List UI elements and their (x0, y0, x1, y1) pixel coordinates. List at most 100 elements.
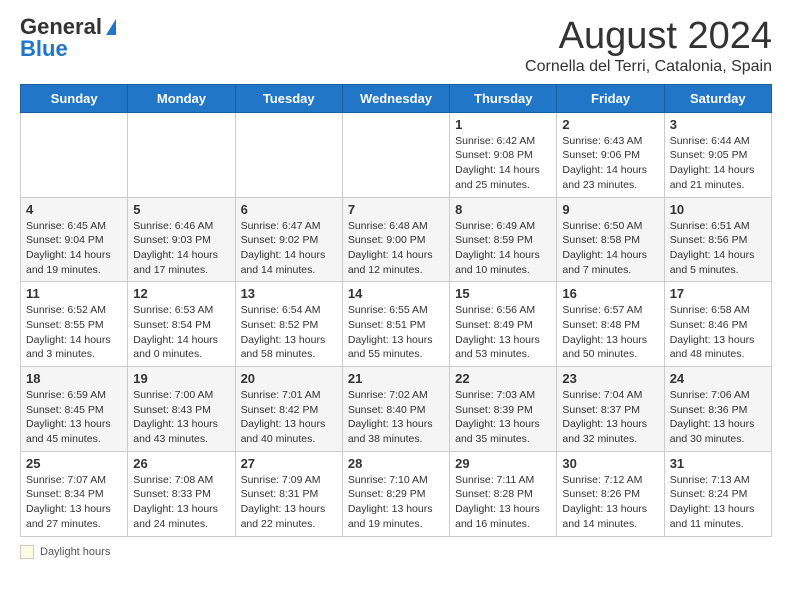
day-content: Sunrise: 6:46 AM Sunset: 9:03 PM Dayligh… (133, 219, 229, 278)
day-number: 3 (670, 117, 766, 132)
day-content: Sunrise: 6:50 AM Sunset: 8:58 PM Dayligh… (562, 219, 658, 278)
day-content: Sunrise: 7:11 AM Sunset: 8:28 PM Dayligh… (455, 473, 551, 532)
logo-triangle-icon (106, 19, 116, 35)
day-number: 23 (562, 371, 658, 386)
day-number: 31 (670, 456, 766, 471)
day-content: Sunrise: 7:09 AM Sunset: 8:31 PM Dayligh… (241, 473, 337, 532)
calendar-cell: 5Sunrise: 6:46 AM Sunset: 9:03 PM Daylig… (128, 197, 235, 282)
day-number: 29 (455, 456, 551, 471)
calendar-body: 1Sunrise: 6:42 AM Sunset: 9:08 PM Daylig… (21, 112, 772, 536)
calendar-cell: 30Sunrise: 7:12 AM Sunset: 8:26 PM Dayli… (557, 451, 664, 536)
day-content: Sunrise: 6:43 AM Sunset: 9:06 PM Dayligh… (562, 134, 658, 193)
calendar-cell: 22Sunrise: 7:03 AM Sunset: 8:39 PM Dayli… (450, 367, 557, 452)
calendar-cell: 8 Sunrise: 6:49 AM Sunset: 8:59 PM Daylig… (450, 197, 557, 282)
calendar-cell: 3 Sunrise: 6:44 AM Sunset: 9:05 PM Daylig… (664, 112, 771, 197)
calendar-cell: 12 Sunrise: 6:53 AM Sunset: 8:54 PM Dayli… (128, 282, 235, 367)
day-number: 2 (562, 117, 658, 132)
day-number: 18 (26, 371, 122, 386)
weekday-header-sunday: Sunday (21, 84, 128, 112)
day-content: Sunrise: 7:08 AM Sunset: 8:33 PM Dayligh… (133, 473, 229, 532)
day-number: 17 (670, 286, 766, 301)
day-content: Sunrise: 6:51 AM Sunset: 8:56 PM Dayligh… (670, 219, 766, 278)
daylight-box-icon (20, 545, 34, 559)
calendar-header: SundayMondayTuesdayWednesdayThursdayFrid… (21, 84, 772, 112)
day-content: Sunrise: 6:53 AM Sunset: 8:54 PM Dayligh… (133, 303, 229, 362)
calendar-cell: 27Sunrise: 7:09 AM Sunset: 8:31 PM Dayli… (235, 451, 342, 536)
day-number: 25 (26, 456, 122, 471)
calendar-cell: 6 Sunrise: 6:47 AM Sunset: 9:02 PM Daylig… (235, 197, 342, 282)
day-content: Sunrise: 6:49 AM Sunset: 8:59 PM Dayligh… (455, 219, 551, 278)
day-content: Sunrise: 6:57 AM Sunset: 8:48 PM Dayligh… (562, 303, 658, 362)
title-block: August 2024 Cornella del Terri, Cataloni… (525, 16, 772, 76)
calendar-cell: 26 Sunrise: 7:08 AM Sunset: 8:33 PM Dayli… (128, 451, 235, 536)
day-content: Sunrise: 6:59 AM Sunset: 8:45 PM Dayligh… (26, 388, 122, 447)
calendar-week-row: 1Sunrise: 6:42 AM Sunset: 9:08 PM Daylig… (21, 112, 772, 197)
day-number: 11 (26, 286, 122, 301)
calendar-cell: 9 Sunrise: 6:50 AM Sunset: 8:58 PM Daylig… (557, 197, 664, 282)
calendar-cell: 23Sunrise: 7:04 AM Sunset: 8:37 PM Dayli… (557, 367, 664, 452)
logo-general-text: General (20, 16, 102, 38)
weekday-header-tuesday: Tuesday (235, 84, 342, 112)
day-content: Sunrise: 6:56 AM Sunset: 8:49 PM Dayligh… (455, 303, 551, 362)
calendar-cell: 1Sunrise: 6:42 AM Sunset: 9:08 PM Daylig… (450, 112, 557, 197)
day-content: Sunrise: 6:54 AM Sunset: 8:52 PM Dayligh… (241, 303, 337, 362)
calendar-cell: 24Sunrise: 7:06 AM Sunset: 8:36 PM Dayli… (664, 367, 771, 452)
calendar-cell: 7Sunrise: 6:48 AM Sunset: 9:00 PM Daylig… (342, 197, 449, 282)
day-content: Sunrise: 7:02 AM Sunset: 8:40 PM Dayligh… (348, 388, 444, 447)
day-content: Sunrise: 6:55 AM Sunset: 8:51 PM Dayligh… (348, 303, 444, 362)
day-content: Sunrise: 6:47 AM Sunset: 9:02 PM Dayligh… (241, 219, 337, 278)
calendar-cell: 4Sunrise: 6:45 AM Sunset: 9:04 PM Daylig… (21, 197, 128, 282)
day-content: Sunrise: 7:03 AM Sunset: 8:39 PM Dayligh… (455, 388, 551, 447)
day-number: 10 (670, 202, 766, 217)
calendar-week-row: 4Sunrise: 6:45 AM Sunset: 9:04 PM Daylig… (21, 197, 772, 282)
day-content: Sunrise: 7:12 AM Sunset: 8:26 PM Dayligh… (562, 473, 658, 532)
logo-blue-text: Blue (20, 38, 68, 60)
day-number: 12 (133, 286, 229, 301)
day-number: 21 (348, 371, 444, 386)
day-content: Sunrise: 7:06 AM Sunset: 8:36 PM Dayligh… (670, 388, 766, 447)
day-content: Sunrise: 7:07 AM Sunset: 8:34 PM Dayligh… (26, 473, 122, 532)
day-content: Sunrise: 7:00 AM Sunset: 8:43 PM Dayligh… (133, 388, 229, 447)
logo: General Blue (20, 16, 116, 60)
calendar-week-row: 25 Sunrise: 7:07 AM Sunset: 8:34 PM Dayli… (21, 451, 772, 536)
calendar-cell (21, 112, 128, 197)
day-number: 14 (348, 286, 444, 301)
calendar-cell: 10 Sunrise: 6:51 AM Sunset: 8:56 PM Dayli… (664, 197, 771, 282)
day-number: 28 (348, 456, 444, 471)
weekday-header-thursday: Thursday (450, 84, 557, 112)
calendar-cell (235, 112, 342, 197)
day-number: 4 (26, 202, 122, 217)
header: General Blue August 2024 Cornella del Te… (20, 16, 772, 76)
day-number: 19 (133, 371, 229, 386)
day-number: 8 (455, 202, 551, 217)
day-number: 20 (241, 371, 337, 386)
weekday-header-saturday: Saturday (664, 84, 771, 112)
calendar-cell: 14 Sunrise: 6:55 AM Sunset: 8:51 PM Dayli… (342, 282, 449, 367)
calendar-cell: 19 Sunrise: 7:00 AM Sunset: 8:43 PM Dayli… (128, 367, 235, 452)
calendar-week-row: 11Sunrise: 6:52 AM Sunset: 8:55 PM Dayli… (21, 282, 772, 367)
day-number: 1 (455, 117, 551, 132)
day-content: Sunrise: 7:10 AM Sunset: 8:29 PM Dayligh… (348, 473, 444, 532)
day-number: 15 (455, 286, 551, 301)
calendar-cell: 31 Sunrise: 7:13 AM Sunset: 8:24 PM Dayli… (664, 451, 771, 536)
day-number: 13 (241, 286, 337, 301)
weekday-header-wednesday: Wednesday (342, 84, 449, 112)
calendar-cell: 17 Sunrise: 6:58 AM Sunset: 8:46 PM Dayli… (664, 282, 771, 367)
day-content: Sunrise: 6:58 AM Sunset: 8:46 PM Dayligh… (670, 303, 766, 362)
calendar-cell: 28 Sunrise: 7:10 AM Sunset: 8:29 PM Dayli… (342, 451, 449, 536)
day-number: 7 (348, 202, 444, 217)
footer-note: Daylight hours (20, 545, 772, 559)
day-number: 26 (133, 456, 229, 471)
calendar-cell: 11Sunrise: 6:52 AM Sunset: 8:55 PM Dayli… (21, 282, 128, 367)
day-content: Sunrise: 6:44 AM Sunset: 9:05 PM Dayligh… (670, 134, 766, 193)
weekday-header-row: SundayMondayTuesdayWednesdayThursdayFrid… (21, 84, 772, 112)
calendar-cell: 20Sunrise: 7:01 AM Sunset: 8:42 PM Dayli… (235, 367, 342, 452)
calendar-week-row: 18 Sunrise: 6:59 AM Sunset: 8:45 PM Dayli… (21, 367, 772, 452)
day-number: 6 (241, 202, 337, 217)
calendar-cell: 21 Sunrise: 7:02 AM Sunset: 8:40 PM Dayli… (342, 367, 449, 452)
calendar-cell: 15 Sunrise: 6:56 AM Sunset: 8:49 PM Dayli… (450, 282, 557, 367)
calendar-cell: 13 Sunrise: 6:54 AM Sunset: 8:52 PM Dayli… (235, 282, 342, 367)
day-number: 9 (562, 202, 658, 217)
day-content: Sunrise: 7:13 AM Sunset: 8:24 PM Dayligh… (670, 473, 766, 532)
day-number: 16 (562, 286, 658, 301)
